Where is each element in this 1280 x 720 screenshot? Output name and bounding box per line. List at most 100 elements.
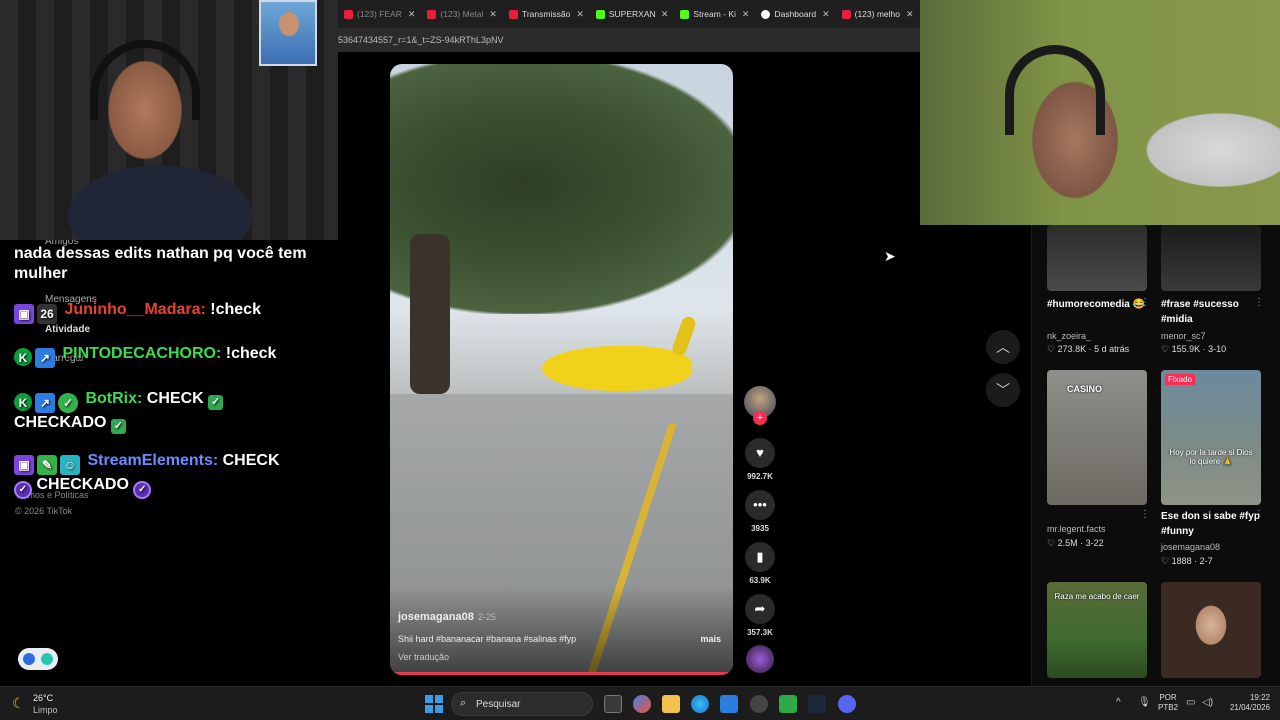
weather-description[interactable]: Limpo [33,705,58,715]
grid-video-stats: ♡ 273.8K · 5 d atrás [1047,344,1130,354]
close-tab-icon[interactable]: ✕ [742,9,750,20]
kick-icon [595,9,605,19]
grid-video-thumbnail[interactable] [1047,225,1147,291]
file-explorer-icon[interactable] [662,695,680,713]
grid-video-stats: ♡ 1888 · 2-7 [1161,556,1213,566]
close-tab-icon[interactable]: ✕ [408,9,416,20]
profile-video-grid: #humorecomedia 😂 ⋮ nk_zoeira_ ♡ 273.8K ·… [1031,225,1280,686]
save-button[interactable]: ▮ 63.9K [744,542,776,585]
weather-temperature[interactable]: 26°C [33,693,53,703]
browser-tab[interactable]: Dashboard ✕ [755,0,835,28]
grid-video-author[interactable]: josemagana08 [1161,542,1220,552]
chat-message: ▣ ✎ ☺ StreamElements: CHECK ✓ CHECKADO ✓ [14,451,334,499]
previous-video-button[interactable]: ︿ [986,330,1020,364]
browser-tab[interactable]: (123) Metal ✕ [421,0,503,28]
chat-username[interactable]: BotRix: [85,390,142,407]
language-indicator[interactable]: POR PTB2 [1158,693,1178,713]
browser-tab[interactable]: (123) FEAR ✕ [338,0,421,28]
bot-badge-icon: ☺ [60,455,80,475]
wall-poster [259,0,317,66]
verified-check-icon: ✓ [133,481,152,499]
close-tab-icon[interactable]: ✕ [576,9,584,20]
more-button[interactable]: mais [700,634,721,644]
chat-message: K ↗ ✓ BotRix: CHECK ✓ CHECKADO ✓ [14,389,334,434]
microphone-icon[interactable]: 🎙 [1138,697,1151,708]
app-icon[interactable] [779,695,797,713]
follow-plus-icon[interactable]: + [753,411,767,425]
url-text: 53647434557_r=1&_t=ZS-94kRThL3pNV [338,35,504,45]
grid-video-stats: ♡ 2.5M · 3-22 [1047,538,1104,548]
chevron-up-icon[interactable]: ^ [1116,697,1121,708]
browser-tab-strip: (123) FEAR ✕ (123) Metal ✕ Transmissão ✕ SU… [338,0,920,28]
store-icon[interactable] [720,695,738,713]
badge-icon: ↗ [35,393,55,413]
video-frame-trunk [410,234,450,394]
like-button[interactable]: ♥ 992.7K [744,438,776,481]
heart-outline-icon: ♡ [1047,344,1058,354]
browser-tab[interactable]: Transmissão ✕ [503,0,590,28]
music-disc-icon[interactable] [746,645,774,673]
grid-video-thumbnail[interactable] [1161,225,1261,291]
video-author[interactable]: josemagana08 2-25 [398,611,496,623]
video-player[interactable]: josemagana08 2-25 Shii hard #bananacar #b… [390,64,733,675]
twitch-icon: ▣ [14,304,34,324]
chat-username[interactable]: PINTODECACHORO: [62,345,221,362]
close-tab-icon[interactable]: ✕ [822,9,830,20]
more-options-icon[interactable]: ⋮ [1254,297,1264,308]
network-icon[interactable]: ▭ [1186,697,1195,708]
more-options-icon[interactable]: ⋮ [1140,509,1150,520]
task-view-icon[interactable] [604,695,622,713]
address-bar[interactable]: 53647434557_r=1&_t=ZS-94kRThL3pNV [338,28,920,52]
stream-status-widget[interactable] [18,648,58,670]
system-clock[interactable]: 19:22 21/04/2026 [1222,693,1270,713]
chat-message: nada dessas edits nathan pq você tem mul… [14,245,307,282]
browser-tab[interactable]: SUPERXAND✕ [590,0,675,28]
edge-icon[interactable] [691,695,709,713]
bookmark-icon: ▮ [745,542,775,572]
guest-webcam [920,0,1280,225]
grid-video-author[interactable]: menor_sc7 [1161,331,1206,341]
comment-button[interactable]: ••• 3935 [744,490,776,533]
more-options-icon[interactable]: ⋮ [1140,297,1150,308]
close-tab-icon[interactable]: ✕ [661,9,669,20]
video-frame-banana-car [542,346,692,391]
translate-link[interactable]: Ver tradução [398,652,449,662]
play-icon [23,653,35,665]
youtube-icon [427,9,437,19]
browser-tab[interactable]: (123) melho ✕ [836,0,920,28]
browser-tab[interactable]: Stream - Ki ✕ [674,0,755,28]
share-button[interactable]: ➦ 357.3K [744,594,776,637]
heart-outline-icon: ♡ [1047,538,1058,548]
grid-video-thumbnail[interactable] [1161,582,1261,678]
discord-icon[interactable] [838,695,856,713]
video-progress-bar[interactable] [390,672,733,675]
copilot-icon[interactable] [633,695,651,713]
taskbar-search[interactable]: ⌕ Pesquisar [451,692,593,716]
grid-video-thumbnail[interactable]: Raza me acabo de caer [1047,582,1147,678]
grid-video-author[interactable]: mr.legent.facts [1047,524,1106,534]
volume-icon[interactable]: ◁) [1202,697,1213,708]
check-emoji-icon: ✓ [208,395,224,410]
steam-icon[interactable] [808,695,826,713]
sidebar-item-activity[interactable]: Atividade [45,324,90,335]
headphones [90,40,200,120]
more-options-icon[interactable]: ⋮ [1254,509,1264,520]
start-button[interactable] [425,695,443,713]
search-icon: ⌕ [460,697,467,709]
heart-outline-icon: ♡ [1161,556,1172,566]
video-description: Shii hard #bananacar #banana #salinas #f… [398,634,577,644]
grid-video-author[interactable]: nk_zoeira_ [1047,331,1091,341]
moon-weather-icon[interactable]: ☾ [12,695,25,712]
chat-username[interactable]: StreamElements: [87,452,218,469]
obs-icon[interactable] [750,695,768,713]
close-tab-icon[interactable]: ✕ [489,9,497,20]
chat-username[interactable]: Juninho__Madara: [64,301,205,318]
sub-badge-icon: 26 [37,304,57,324]
next-video-button[interactable]: ﹀ [986,373,1020,407]
windows-logo-icon [425,695,433,703]
grid-video-thumbnail[interactable]: CASINO [1047,370,1147,505]
close-tab-icon[interactable]: ✕ [906,9,914,20]
chat-message: K ↗ PINTODECACHORO: !check [14,344,276,368]
grid-video-thumbnail[interactable]: Fixado Hoy por la tarde si Dios lo quiere… [1161,370,1261,505]
heart-outline-icon: ♡ [1161,344,1172,354]
